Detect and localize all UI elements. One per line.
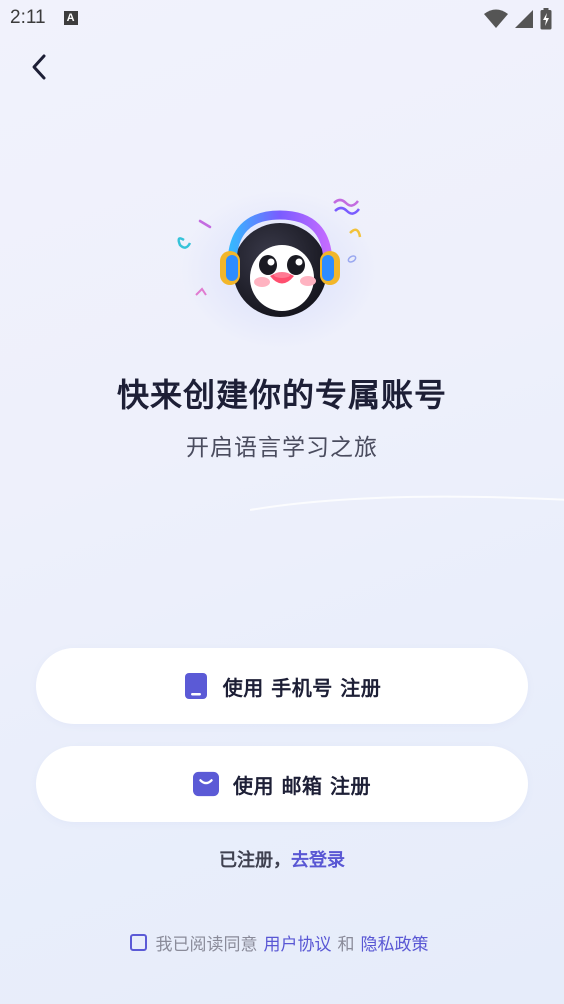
- page-title: 快来创建你的专属账号: [116, 376, 447, 414]
- agreement-checkbox[interactable]: [129, 934, 147, 951]
- agreement-row: 我已阅读同意 用户协议 和 隐私政策: [0, 930, 564, 955]
- email-icon: [193, 771, 220, 797]
- login-prefix: 已注册，: [219, 850, 291, 871]
- chevron-left-icon: [32, 54, 46, 80]
- notification-a-icon: A: [63, 11, 78, 25]
- phone-register-button[interactable]: 使用 手机号 注册: [36, 648, 528, 724]
- back-button[interactable]: [22, 50, 56, 84]
- login-prompt: 已注册，去登录: [0, 846, 564, 872]
- wifi-icon: [484, 9, 508, 28]
- login-link[interactable]: 去登录: [291, 850, 345, 871]
- phone-icon: [183, 673, 209, 699]
- status-time: 2:11: [10, 7, 46, 28]
- agreement-conjunction: 和: [337, 935, 355, 955]
- page-subtitle: 开启语言学习之旅: [186, 435, 378, 461]
- battery-icon: [540, 8, 552, 30]
- decorative-wave: [250, 495, 564, 511]
- agreement-text: 我已阅读同意: [155, 935, 258, 955]
- privacy-policy-link[interactable]: 隐私政策: [361, 930, 429, 955]
- email-register-button[interactable]: 使用 邮箱 注册: [36, 746, 528, 822]
- status-bar: 2:11 A: [0, 0, 564, 36]
- status-indicators: [484, 8, 552, 30]
- penguin-mascot-illustration: [177, 198, 362, 317]
- cellular-signal-icon: [515, 10, 533, 28]
- email-register-label: 使用 邮箱 注册: [233, 773, 371, 798]
- user-agreement-link[interactable]: 用户协议: [264, 930, 332, 955]
- phone-register-label: 使用 手机号 注册: [222, 675, 382, 700]
